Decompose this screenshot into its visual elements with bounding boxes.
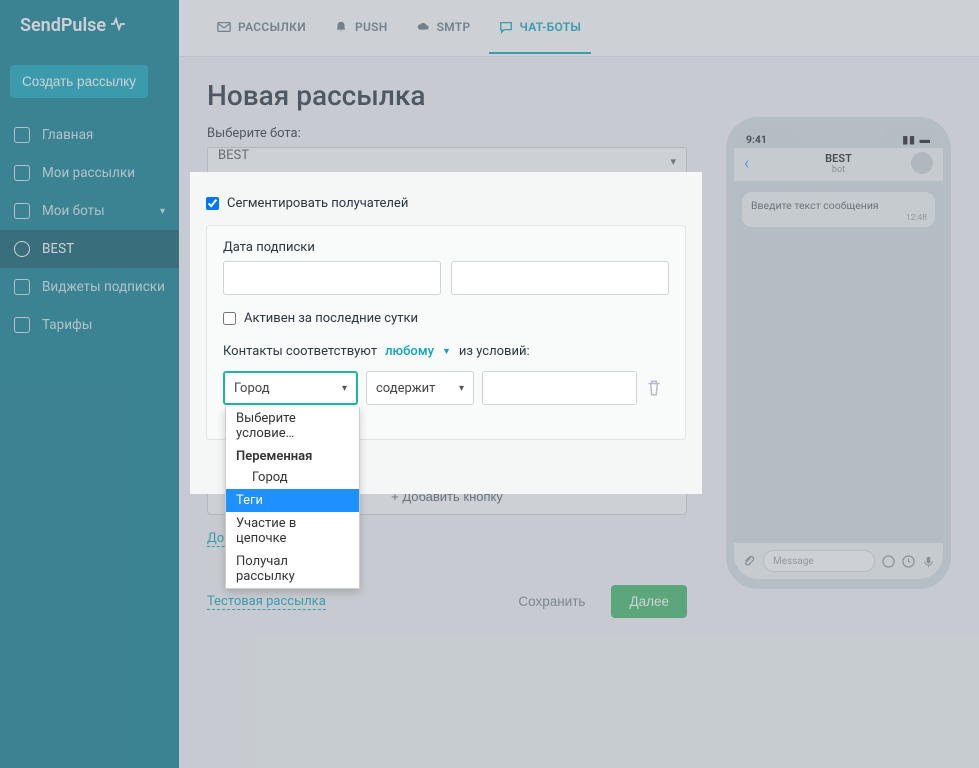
nav-bot-best[interactable]: BEST (0, 230, 179, 268)
active-24h-checkbox[interactable] (223, 312, 236, 325)
tab-label: ЧАТ-БОТЫ (520, 20, 582, 34)
chat-icon (499, 20, 513, 34)
opt-received[interactable]: Получал рассылку (226, 550, 359, 588)
chat-bot-sub: bot (825, 165, 852, 175)
filter-field-select[interactable]: Город Выберите условие… Переменная Город… (223, 371, 358, 405)
date-label: Дата подписки (223, 240, 669, 255)
filter-dropdown: Выберите условие… Переменная Город Теги … (225, 407, 360, 589)
home-icon (14, 127, 30, 143)
phone-time: 9:41 (746, 133, 767, 146)
filter-value-input[interactable] (482, 371, 637, 405)
nav-label: Виджеты подписки (42, 279, 165, 295)
attach-icon[interactable] (742, 554, 756, 568)
cond-prefix: Контакты соответствуют (223, 344, 377, 359)
sidebar: SendPulse Создать рассылку Главная Мои р… (0, 0, 179, 768)
widgets-icon (14, 279, 30, 295)
cond-suffix: из условий: (459, 344, 530, 359)
trash-icon[interactable] (645, 379, 663, 397)
chat-message-field[interactable]: Message (763, 550, 875, 572)
mail-icon (217, 20, 231, 34)
logo: SendPulse (0, 0, 179, 51)
filter-op-value: содержит (376, 381, 435, 396)
tab-smtp[interactable]: SMTP (406, 2, 481, 54)
active-label: Активен за последние сутки (244, 311, 418, 326)
phone-preview: 9:41 ▮▮ ▬ ‹ BEST bot Введите текст сообщ… (726, 117, 951, 589)
triangle-down-icon: ▼ (442, 346, 451, 357)
date-to-input[interactable] (451, 261, 669, 295)
next-button[interactable]: Далее (611, 585, 687, 618)
any-selector[interactable]: любому (385, 344, 434, 359)
bot-dot-icon (14, 241, 30, 257)
clock-icon[interactable] (902, 555, 915, 568)
nav-bots[interactable]: Мои боты ▾ (0, 192, 179, 230)
bot-label: Выберите бота: (207, 126, 687, 141)
bot-selected: BEST (218, 148, 249, 163)
nav-tariffs[interactable]: Тарифы (0, 306, 179, 344)
campaigns-icon (14, 165, 30, 181)
bubble-text: Введите текст сообщения (751, 199, 879, 212)
nav-label: Тарифы (42, 317, 92, 333)
condition-header: Контакты соответствуют любому ▼ из услов… (223, 344, 669, 359)
filter-field-value: Город (234, 381, 270, 396)
pulse-icon (110, 16, 126, 35)
nav-campaigns[interactable]: Мои рассылки (0, 154, 179, 192)
save-button[interactable]: Сохранить (502, 585, 601, 618)
chevron-down-icon: ▾ (160, 206, 165, 217)
opt-in-chain[interactable]: Участие в цепочке (226, 512, 359, 550)
tariffs-icon (14, 317, 30, 333)
opt-city[interactable]: Город (226, 466, 359, 489)
bell-icon (334, 20, 348, 34)
filter-row: Город Выберите условие… Переменная Город… (223, 371, 669, 405)
bots-icon (14, 203, 30, 219)
segment-panel: Сегментировать получателей Дата подписки… (190, 172, 702, 494)
nav-label: BEST (42, 241, 74, 257)
filter-operator-select[interactable]: содержит (366, 371, 474, 405)
opt-placeholder[interactable]: Выберите условие… (226, 407, 359, 445)
page-title: Новая рассылка (207, 79, 951, 112)
nav-home[interactable]: Главная (0, 116, 179, 154)
cloud-icon (416, 20, 430, 34)
date-from-input[interactable] (223, 261, 441, 295)
chat-bot-name: BEST (825, 152, 852, 165)
create-campaign-button[interactable]: Создать рассылку (10, 65, 148, 98)
chat-header: ‹ BEST bot (734, 148, 943, 182)
tab-label: SMTP (437, 20, 471, 34)
nav-label: Главная (42, 127, 93, 143)
back-icon[interactable]: ‹ (744, 153, 749, 174)
top-nav: РАССЫЛКИ PUSH SMTP ЧАТ-БОТЫ (179, 0, 979, 57)
chat-msg-placeholder: Message (773, 556, 814, 567)
logo-text: SendPulse (20, 15, 106, 36)
tab-label: PUSH (355, 20, 388, 34)
opt-tags[interactable]: Теги (226, 489, 359, 512)
nav-label: Мои рассылки (42, 165, 135, 181)
tab-chatbots[interactable]: ЧАТ-БОТЫ (489, 2, 592, 54)
tab-label: РАССЫЛКИ (238, 20, 306, 34)
chat-body: Введите текст сообщения 12:48 (734, 182, 943, 243)
segment-checkbox[interactable] (206, 197, 219, 210)
chat-avatar (911, 152, 933, 174)
mic-icon[interactable] (922, 555, 935, 568)
phone-signal-icons: ▮▮ ▬ (902, 133, 931, 146)
tab-mailings[interactable]: РАССЫЛКИ (207, 2, 316, 54)
phone-notch (794, 127, 884, 145)
nav-label: Мои боты (42, 203, 105, 219)
bubble-time: 12:48 (906, 213, 927, 223)
opt-group-var: Переменная (226, 445, 359, 466)
nav-widgets[interactable]: Виджеты подписки (0, 268, 179, 306)
segment-label: Сегментировать получателей (227, 196, 408, 211)
test-campaign-link[interactable]: Тестовая рассылка (207, 594, 326, 610)
sticker-icon[interactable] (882, 555, 895, 568)
footer-actions: Тестовая рассылка Сохранить Далее (207, 585, 687, 618)
tab-push[interactable]: PUSH (324, 2, 398, 54)
chat-bubble: Введите текст сообщения 12:48 (742, 192, 935, 227)
chat-input-bar: Message (734, 542, 943, 579)
